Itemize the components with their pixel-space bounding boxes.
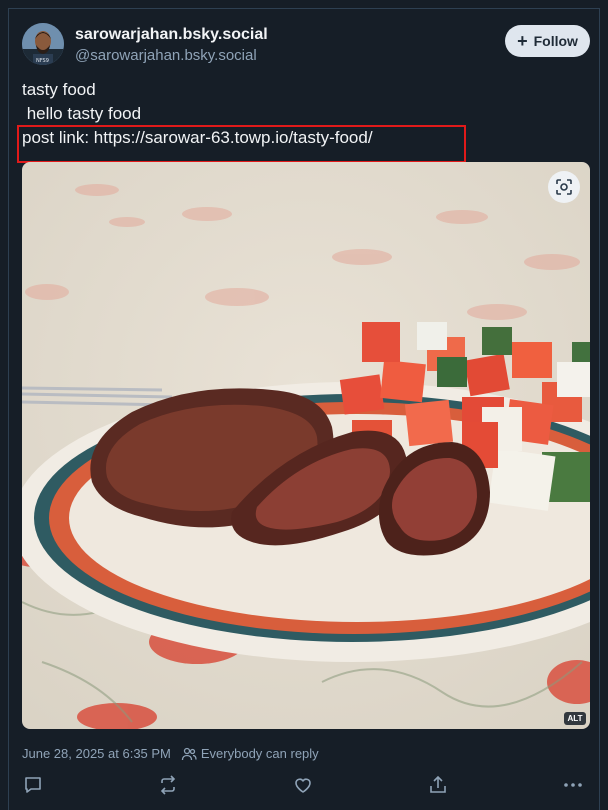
reply-setting: Everybody can reply <box>181 746 319 761</box>
share-button[interactable] <box>427 774 449 796</box>
post-timestamp[interactable]: June 28, 2025 at 6:35 PM <box>22 746 171 761</box>
post-text-line-2: hello tasty food <box>22 104 142 123</box>
expand-viewfinder-icon[interactable] <box>548 171 580 203</box>
reply-button[interactable] <box>22 774 44 796</box>
repost-button[interactable] <box>157 774 179 796</box>
follow-button[interactable]: + Follow <box>505 25 590 57</box>
author-handle[interactable]: @sarowarjahan.bsky.social <box>75 47 257 64</box>
people-icon <box>181 747 197 760</box>
like-button[interactable] <box>292 774 314 796</box>
more-button[interactable] <box>562 774 584 796</box>
action-bar <box>22 774 592 800</box>
post-image[interactable] <box>22 162 590 729</box>
post-text-line-1: tasty food <box>22 80 96 99</box>
plus-icon: + <box>517 30 528 51</box>
steak-plate-image <box>22 162 590 729</box>
share-icon <box>430 775 446 793</box>
reply-setting-label: Everybody can reply <box>200 746 319 761</box>
follow-button-label: Follow <box>533 33 578 49</box>
avatar[interactable]: NFS9 <box>22 23 64 65</box>
svg-text:NFS9: NFS9 <box>36 58 49 64</box>
speech-bubble-icon <box>25 777 41 793</box>
alt-badge[interactable]: ALT <box>564 712 586 725</box>
ellipsis-icon <box>564 783 582 787</box>
post-meta: June 28, 2025 at 6:35 PM Everybody can r… <box>22 746 319 761</box>
highlight-box <box>17 125 466 163</box>
heart-icon <box>295 778 311 793</box>
author-display-name[interactable]: sarowarjahan.bsky.social <box>75 26 268 44</box>
repost-icon <box>160 775 176 795</box>
avatar-image: NFS9 <box>22 23 64 65</box>
top-spacer <box>0 0 608 8</box>
